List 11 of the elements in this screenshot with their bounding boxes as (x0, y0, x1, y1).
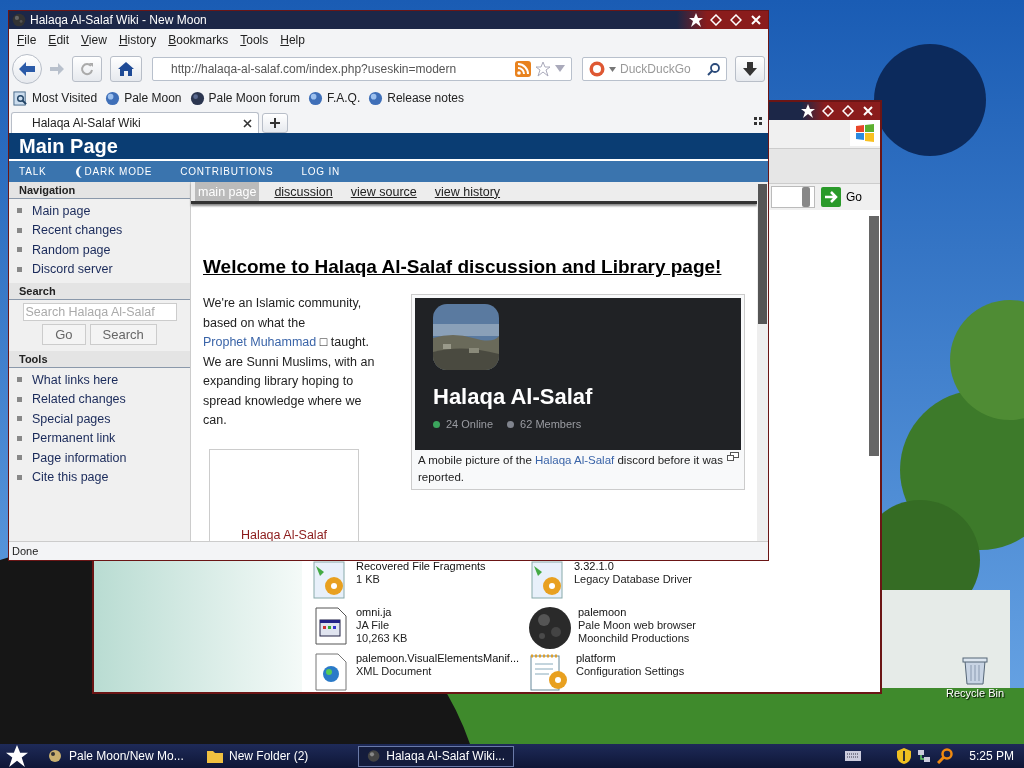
moon-icon (367, 748, 381, 764)
search-icon[interactable] (937, 748, 954, 764)
taskbar-button[interactable]: Pale Moon/New Mo... (38, 745, 194, 767)
clock: 5:25 PM (969, 749, 1014, 763)
folder-icon (207, 749, 223, 763)
shield-icon[interactable] (897, 748, 912, 764)
network-icon[interactable] (917, 749, 932, 763)
taskbar-button[interactable]: New Folder (2) (198, 745, 354, 767)
taskbar-button[interactable]: Halaqa Al-Salaf Wiki... (358, 745, 514, 767)
keyboard-icon[interactable] (845, 751, 862, 761)
app-icon (47, 748, 63, 764)
